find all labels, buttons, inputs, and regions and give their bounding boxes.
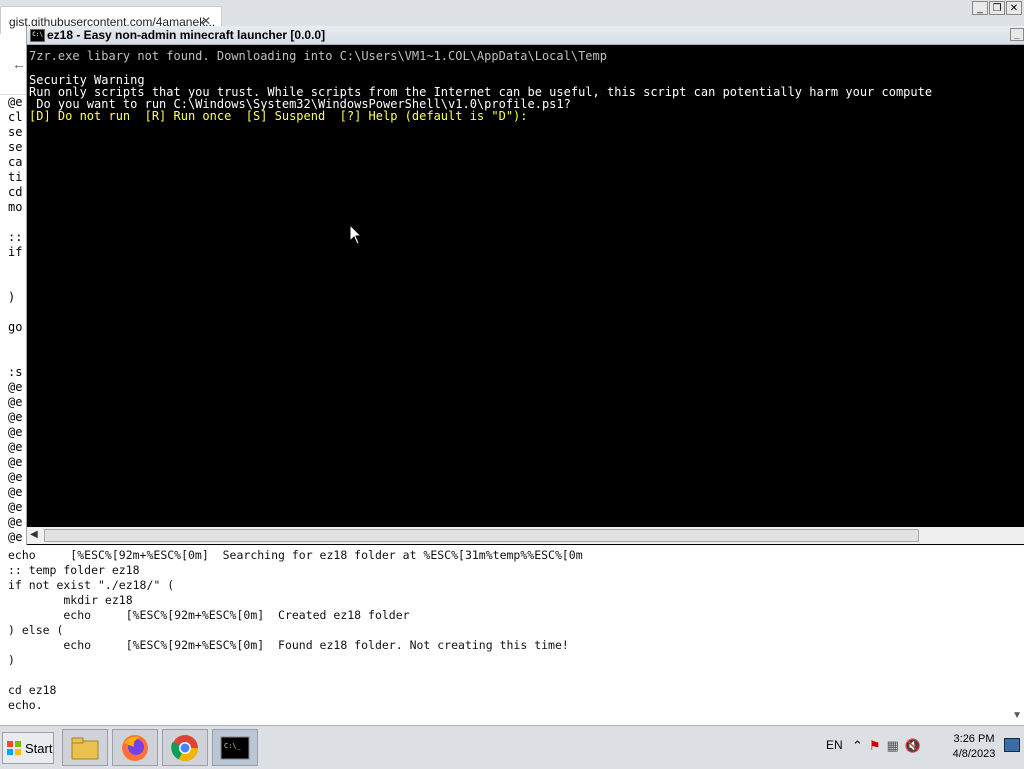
code-line: @e [8,515,23,529]
mouse-cursor-icon [349,224,363,245]
scrollbar-thumb[interactable] [44,529,919,542]
chrome-icon [171,734,199,761]
console-line: 7zr.exe libary not found. Downloading in… [29,49,607,63]
taskbar-file-explorer[interactable] [62,729,108,766]
code-line: @e [8,425,23,439]
start-button[interactable]: Start [2,732,54,764]
console-horizontal-scrollbar[interactable]: ◀ [27,527,1024,544]
code-line: @e [8,395,23,409]
code-line: cd [8,185,23,199]
clock-time: 3:26 PM [953,733,995,745]
code-line: @e [8,410,23,424]
code-line: se [8,140,23,154]
console-titlebar[interactable]: C:\ ez18 - Easy non-admin minecraft laun… [27,26,1024,45]
maximize-button[interactable]: ❐ [989,1,1005,15]
code-line: se [8,125,23,139]
code-left-gutter: @e cl se se ca ti cd mo:: if) go:s @e @e @e @e @e @e @e @… [0,95,26,545]
code-line: cd ez18 [8,683,57,697]
code-line: ) else ( [8,623,64,637]
code-line: @e [8,455,23,469]
code-line: echo [%ESC%[92m+%ESC%[0m] Searching for … [8,548,583,562]
console-minimize-button[interactable]: _ [1010,28,1024,41]
command-prompt-icon: C:\ [30,29,45,42]
code-line: @e [8,530,23,544]
windows-logo-icon [7,741,21,755]
console-window[interactable]: C:\ ez18 - Easy non-admin minecraft laun… [26,26,1024,545]
system-tray: ⌃ ⚑ ▦ 🔇 [852,738,921,754]
language-indicator[interactable]: EN [826,738,843,752]
back-arrow-icon[interactable]: ← [12,56,26,72]
code-line: echo. [8,698,43,712]
code-line: mkdir ez18 [8,593,133,607]
code-line: if [8,245,23,259]
volume-icon[interactable]: 🔇 [905,738,921,754]
code-line: ti [8,170,23,184]
command-prompt-icon: C:\_ [220,736,250,759]
taskbar-chrome[interactable] [162,729,208,766]
code-line: ) [8,653,15,667]
console-output[interactable]: 7zr.exe libary not found. Downloading in… [28,45,1024,527]
console-title: ez18 - Easy non-admin minecraft launcher… [47,28,326,42]
code-line: echo [%ESC%[92m+%ESC%[0m] Found ez18 fol… [8,638,569,652]
show-desktop-button[interactable] [1004,738,1020,752]
action-center-icon[interactable]: ⚑ [869,738,881,754]
code-line: @e [8,95,23,109]
code-line: @e [8,500,23,514]
code-line: :: [8,230,23,244]
code-line: @e [8,470,23,484]
scroll-left-icon[interactable]: ◀ [30,529,38,540]
show-hidden-icons-icon[interactable]: ⌃ [852,738,863,754]
code-line: ca [8,155,23,169]
code-line: @e [8,440,23,454]
code-line: mo [8,200,23,214]
taskbar: Start C:\_ EN ⌃ ⚑ ▦ 🔇 3:26 PM 4/8/2023 [0,725,1024,769]
firefox-icon [122,734,148,761]
code-line: @e [8,380,23,394]
scroll-down-icon[interactable]: ▼ [1012,710,1022,721]
network-icon[interactable]: ▦ [887,738,899,754]
folder-icon [71,737,99,759]
code-line: :s [8,365,23,379]
start-label: Start [25,740,53,756]
code-line: cl [8,110,23,124]
code-line: ) [8,290,16,304]
code-view: echo [%ESC%[92m+%ESC%[0m] Searching for … [0,548,1010,724]
close-button[interactable]: ✕ [1006,1,1022,15]
window-controls: _ ❐ ✕ [972,1,1022,15]
clock-date: 4/8/2023 [952,748,996,760]
code-line: go [8,320,23,334]
code-line: if not exist "./ez18/" ( [8,578,175,592]
minimize-button[interactable]: _ [972,1,988,15]
code-line: @e [8,485,23,499]
clock[interactable]: 3:26 PM 4/8/2023 [946,732,1002,762]
taskbar-firefox[interactable] [112,729,158,766]
taskbar-command-prompt[interactable]: C:\_ [212,729,258,766]
code-line: echo [%ESC%[92m+%ESC%[0m] Created ez18 f… [8,608,410,622]
svg-text:C:\_: C:\_ [224,742,242,750]
console-line: [D] Do not run [R] Run once [S] Suspend … [29,109,528,123]
code-line: :: temp folder ez18 [8,563,140,577]
